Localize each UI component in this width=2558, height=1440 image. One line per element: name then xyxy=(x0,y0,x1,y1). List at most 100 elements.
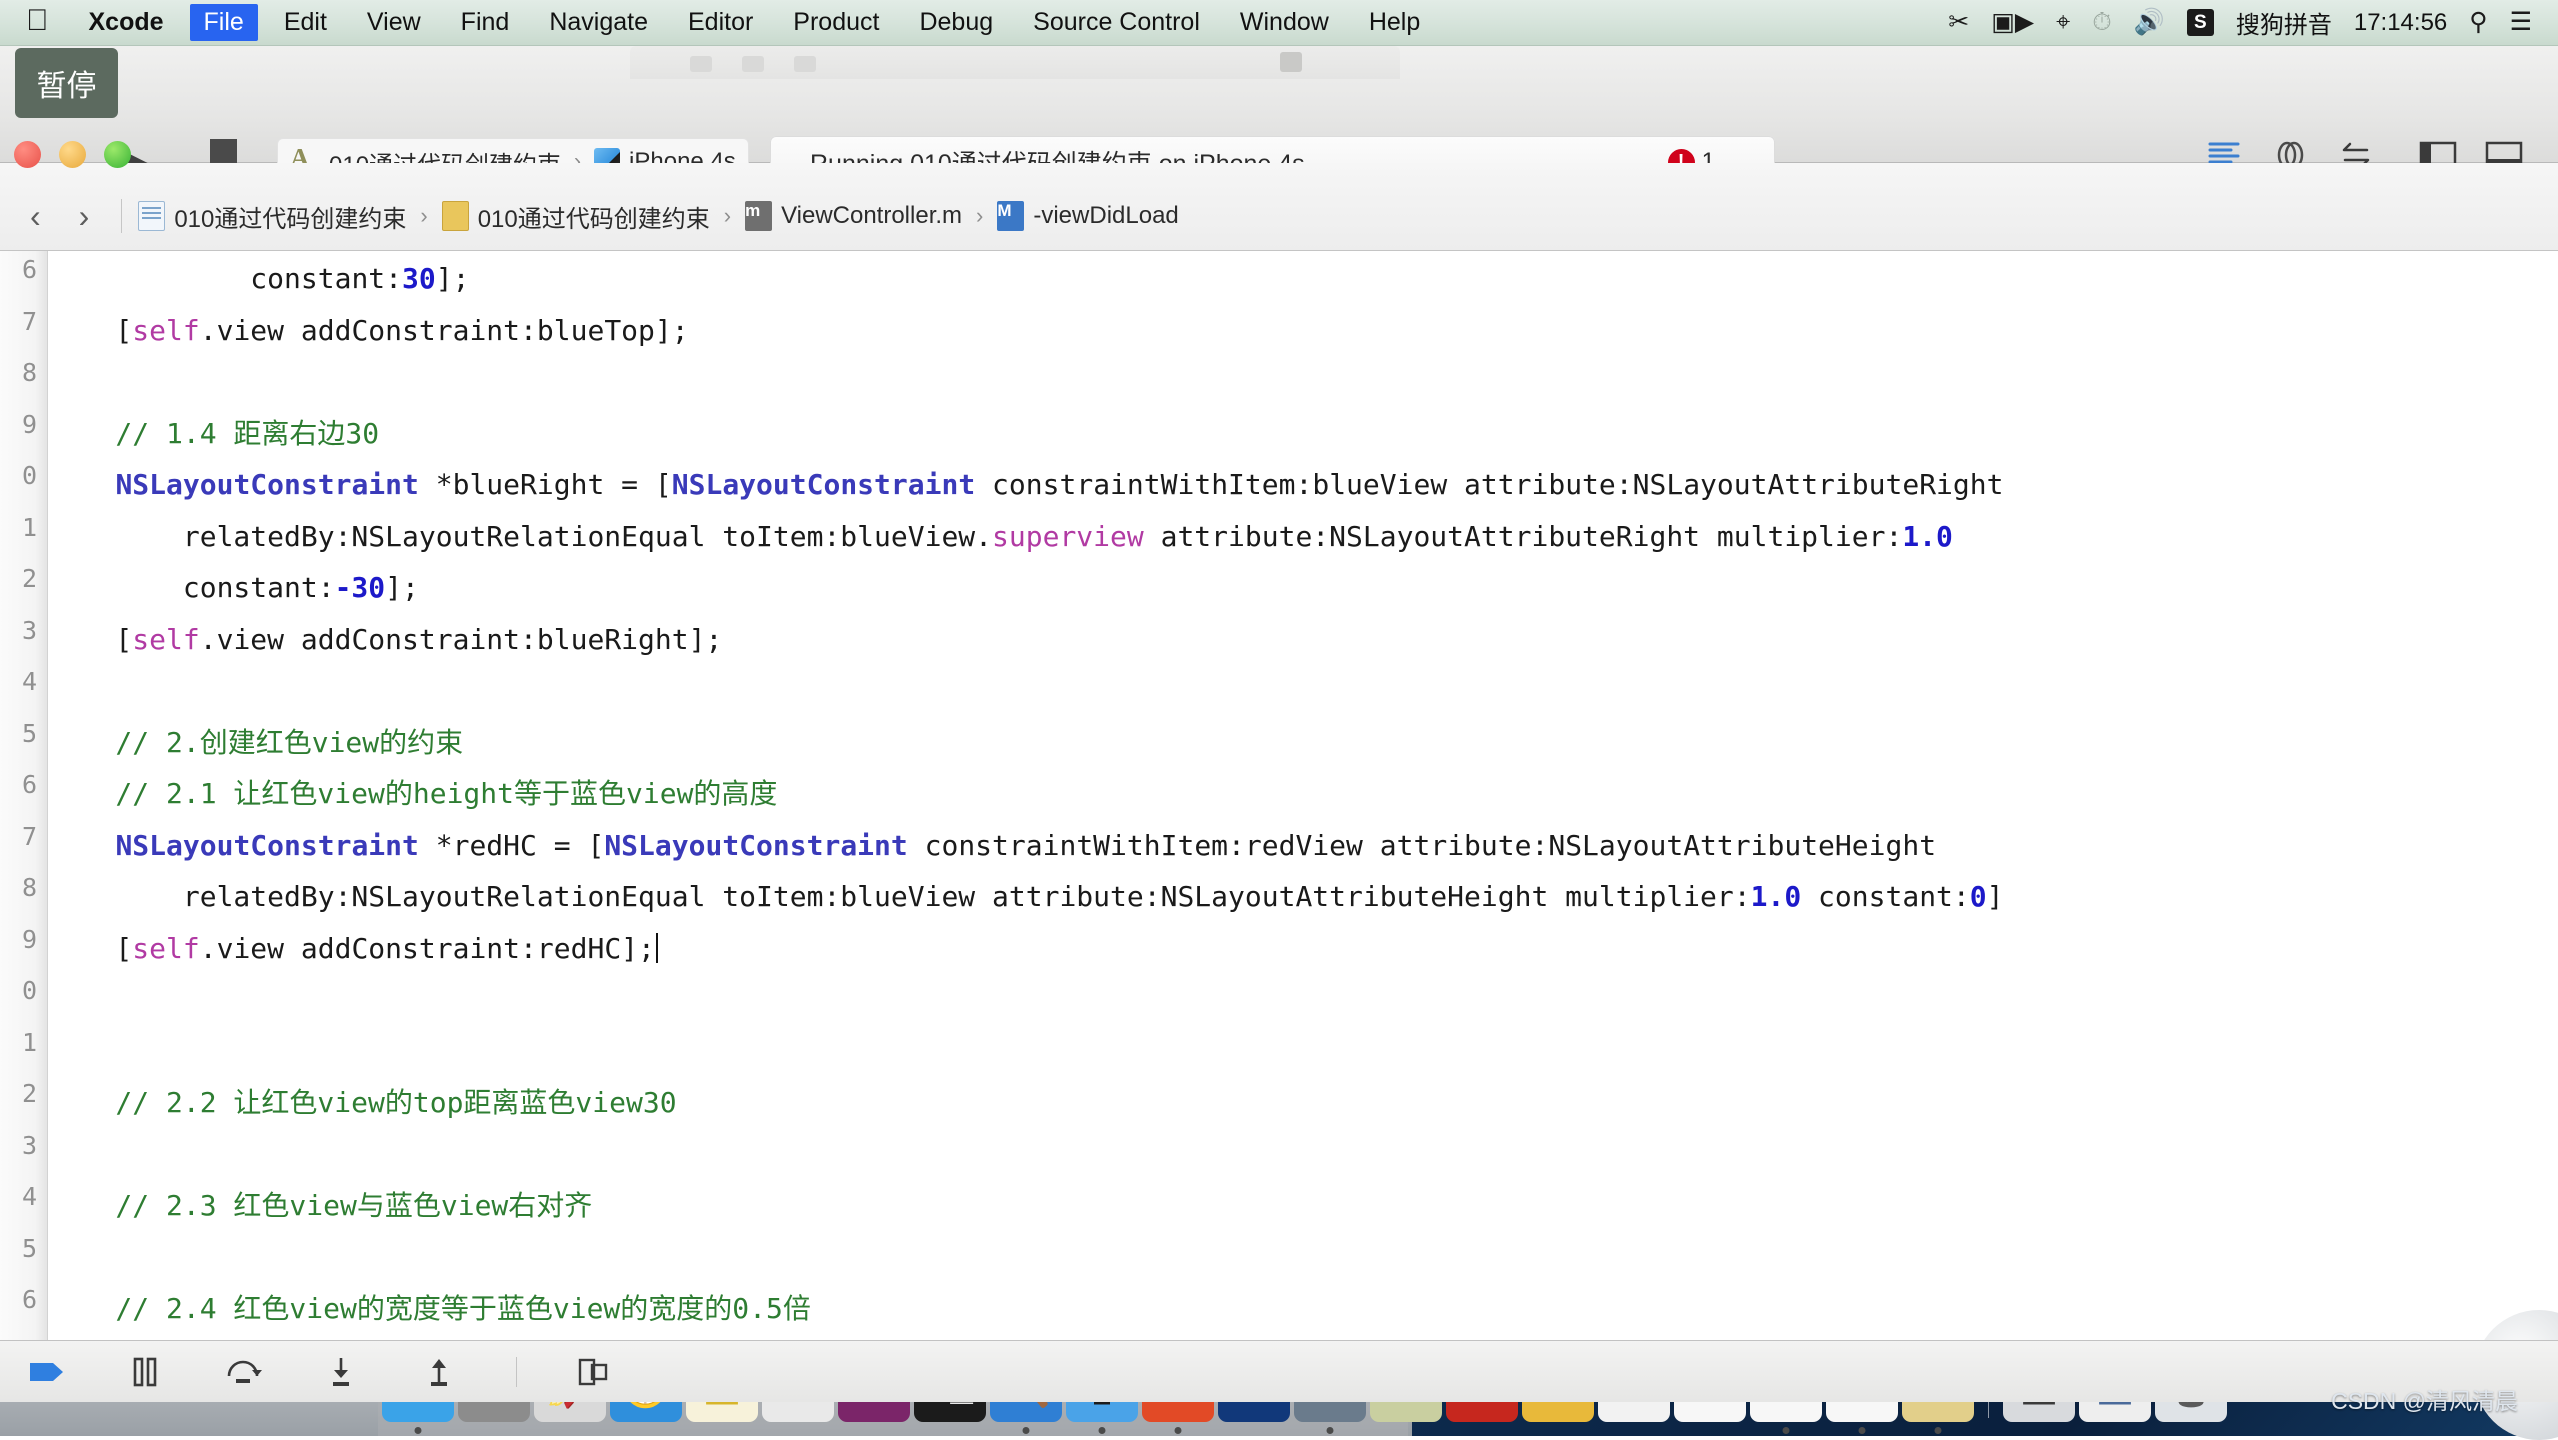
code-line[interactable] xyxy=(48,1026,2558,1078)
menu-item-find[interactable]: Find xyxy=(447,4,524,41)
code-token: *redHC = [ xyxy=(419,829,604,862)
code-line[interactable]: // 2.1 让红色view的height等于蓝色view的高度 xyxy=(48,768,2558,820)
breadcrumb-file[interactable]: m ViewController.m xyxy=(745,201,962,231)
breadcrumb-folder[interactable]: 010通过代码创建约束 xyxy=(442,199,710,234)
search-icon[interactable]: ⚲ xyxy=(2469,10,2487,35)
code-token: NSLayoutConstraint xyxy=(115,829,418,862)
code-token: constant: xyxy=(250,262,402,295)
debug-bar-divider xyxy=(516,1357,517,1387)
line-number: 4 xyxy=(22,1182,37,1211)
code-token: .view addConstraint:blueRight]; xyxy=(200,623,723,656)
code-token: // 2.4 红色view的宽度等于蓝色view的宽度的0.5倍 xyxy=(48,1292,811,1325)
line-number: 6 xyxy=(22,255,37,284)
menu-item-xcode[interactable]: Xcode xyxy=(75,4,178,41)
code-line[interactable] xyxy=(48,1129,2558,1181)
zoom-button[interactable] xyxy=(104,141,131,168)
code-line[interactable]: [self.view addConstraint:redHC]; xyxy=(48,923,2558,975)
code-line[interactable]: [self.view addConstraint:blueTop]; xyxy=(48,305,2558,357)
time-machine-icon[interactable]: ⏱ xyxy=(2092,10,2112,35)
dock-running-indicator xyxy=(1327,1427,1334,1434)
code-line[interactable]: // 1.4 距离右边30 xyxy=(48,408,2558,460)
toggle-debug-area-icon[interactable] xyxy=(573,1353,615,1391)
code-token: relatedBy:NSLayoutRelationEqual toItem:b… xyxy=(48,880,1751,913)
tooltip-text: 暂停 xyxy=(37,61,97,105)
dock-running-indicator xyxy=(1859,1427,1866,1434)
code-line[interactable] xyxy=(48,356,2558,408)
line-number: 9 xyxy=(22,925,37,954)
menubar-status-items: ✂ ▣▶ ⌖ ⏱ 🔊 S 搜狗拼音 17:14:56 ⚲ ☰ xyxy=(1948,5,2558,40)
code-line[interactable]: // 2.4 红色view的宽度等于蓝色view的宽度的0.5倍 xyxy=(48,1283,2558,1335)
code-token: relatedBy:NSLayoutRelationEqual toItem:b… xyxy=(48,520,992,553)
dock-running-indicator xyxy=(1099,1427,1106,1434)
menu-item-source-control[interactable]: Source Control xyxy=(1019,4,1214,41)
volume-icon[interactable]: 🔊 xyxy=(2134,10,2165,35)
code-line[interactable]: NSLayoutConstraint *redHC = [NSLayoutCon… xyxy=(48,820,2558,872)
bluetooth-icon[interactable]: ⌖ xyxy=(2056,10,2070,35)
notification-center-icon[interactable]: ☰ xyxy=(2510,10,2532,35)
menubar-clock[interactable]: 17:14:56 xyxy=(2354,9,2447,37)
scissors-icon[interactable]: ✂ xyxy=(1948,10,1969,35)
code-line[interactable]: [self.view addConstraint:blueRight]; xyxy=(48,614,2558,666)
line-number: 5 xyxy=(22,719,37,748)
source-code-text[interactable]: constant:30]; [self.view addConstraint:b… xyxy=(48,251,2558,1340)
code-line[interactable]: relatedBy:NSLayoutRelationEqual toItem:b… xyxy=(48,871,2558,923)
title-strip-icon xyxy=(1280,52,1302,72)
forward-chevron-icon[interactable]: › xyxy=(63,198,106,235)
pause-icon[interactable] xyxy=(124,1353,166,1391)
breadcrumb-separator-1: › xyxy=(420,203,427,229)
input-method-badge[interactable]: S xyxy=(2187,9,2214,36)
csdn-watermark: CSDN @清风清晨 xyxy=(2331,1382,2518,1416)
breadcrumb-project[interactable]: 010通过代码创建约束 xyxy=(138,199,406,234)
code-token: superview xyxy=(992,520,1144,553)
line-number: 5 xyxy=(22,1234,37,1263)
code-token: constant: xyxy=(1801,880,1970,913)
window-title-strip xyxy=(630,46,1400,79)
text-caret xyxy=(656,933,658,963)
code-token: .view addConstraint:blueTop]; xyxy=(200,314,689,347)
xcode-window: ▶ 010通过代码创建约束 › iPhone 4s Running 010通过代… xyxy=(0,46,2558,1340)
code-line[interactable]: // 2.2 让红色view的top距离蓝色view30 xyxy=(48,1077,2558,1129)
objc-m-file-icon: m xyxy=(745,201,772,231)
line-number: 0 xyxy=(22,976,37,1005)
code-line[interactable]: constant:-30]; xyxy=(48,562,2558,614)
menu-item-navigate[interactable]: Navigate xyxy=(535,4,662,41)
menu-item-edit[interactable]: Edit xyxy=(270,4,341,41)
step-out-icon[interactable] xyxy=(418,1353,460,1391)
step-into-icon[interactable] xyxy=(320,1353,362,1391)
close-button[interactable] xyxy=(14,141,41,168)
stop-icon[interactable] xyxy=(210,139,237,166)
dock-running-indicator xyxy=(1935,1427,1942,1434)
code-line[interactable]: // 2.创建红色view的约束 xyxy=(48,717,2558,769)
apple-icon[interactable]:  xyxy=(26,6,49,36)
jumpbar-divider xyxy=(121,199,122,233)
code-line[interactable]: NSLayoutConstraint *blueRight = [NSLayou… xyxy=(48,459,2558,511)
input-method-label[interactable]: 搜狗拼音 xyxy=(2236,5,2332,40)
menu-item-debug[interactable]: Debug xyxy=(905,4,1007,41)
macos-menubar:  Xcode File Edit View Find Navigate Editor Pro… xyxy=(0,0,2558,46)
menu-item-editor[interactable]: Editor xyxy=(674,4,767,41)
screen-record-icon[interactable]: ▣▶ xyxy=(1991,10,2034,35)
line-number: 8 xyxy=(22,358,37,387)
back-chevron-icon[interactable]: ‹ xyxy=(14,198,57,235)
code-line[interactable] xyxy=(48,974,2558,1026)
menu-item-file[interactable]: File xyxy=(190,4,258,41)
code-line[interactable]: relatedBy:NSLayoutRelationEqual toItem:b… xyxy=(48,511,2558,563)
code-token: [ xyxy=(48,932,132,965)
code-line[interactable] xyxy=(48,665,2558,717)
menu-item-product[interactable]: Product xyxy=(779,4,893,41)
menu-item-view[interactable]: View xyxy=(353,4,435,41)
code-token: // 2.创建红色view的约束 xyxy=(48,726,463,759)
code-token: NSLayoutConstraint xyxy=(115,468,418,501)
line-number: 2 xyxy=(22,1079,37,1108)
minimize-button[interactable] xyxy=(59,141,86,168)
step-over-icon[interactable] xyxy=(222,1353,264,1391)
breadcrumb-project-label: 010通过代码创建约束 xyxy=(174,199,406,234)
code-line[interactable] xyxy=(48,1232,2558,1284)
code-line[interactable]: // 2.3 红色view与蓝色view右对齐 xyxy=(48,1180,2558,1232)
code-line[interactable]: constant:30]; xyxy=(48,253,2558,305)
menu-item-help[interactable]: Help xyxy=(1355,4,1434,41)
menu-item-window[interactable]: Window xyxy=(1226,4,1343,41)
source-editor[interactable]: 6789012345678901234567890 constant:30]; … xyxy=(0,251,2558,1340)
breadcrumb-method[interactable]: M -viewDidLoad xyxy=(997,201,1178,231)
continue-flag-icon[interactable] xyxy=(26,1353,68,1391)
